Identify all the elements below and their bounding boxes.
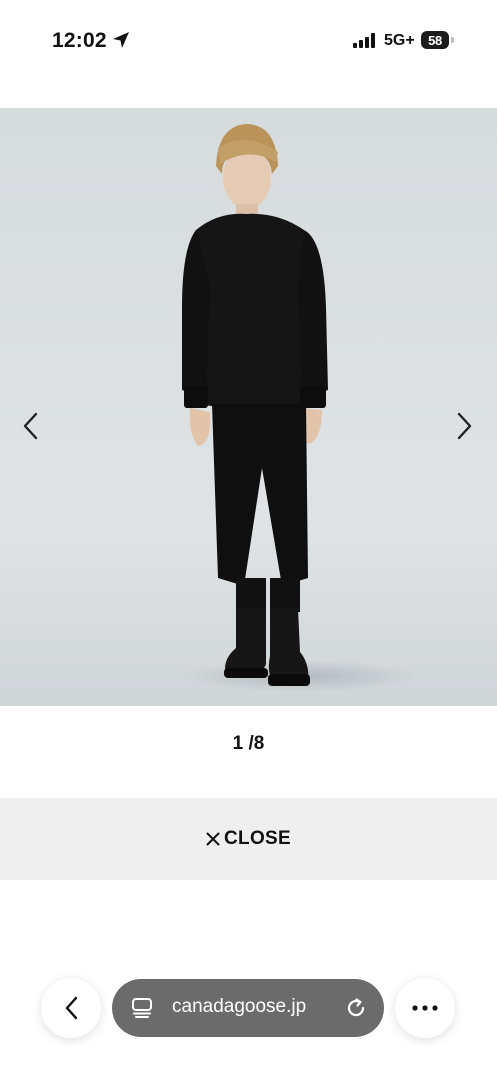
chevron-right-icon (457, 412, 472, 440)
url-text: canadagoose.jp (172, 996, 307, 1017)
reload-icon[interactable] (344, 996, 368, 1020)
signal-bars-icon (353, 33, 375, 48)
more-icon (412, 1005, 438, 1011)
battery-cap (451, 37, 454, 43)
gallery-next-button[interactable] (445, 406, 485, 446)
tabs-icon (132, 998, 152, 1018)
browser-more-button[interactable] (395, 978, 455, 1038)
chevron-left-icon (65, 996, 78, 1020)
status-time: 12:02 (52, 29, 107, 52)
status-bar: 12:02 5G+ 58 (0, 0, 497, 82)
product-photo (0, 108, 497, 706)
browser-toolbar: canadagoose.jp (0, 960, 497, 1060)
gallery-prev-button[interactable] (10, 406, 50, 446)
product-image-gallery[interactable] (0, 108, 497, 706)
close-label: CLOSE (224, 828, 291, 849)
browser-back-button[interactable] (41, 978, 101, 1038)
location-arrow-icon (113, 32, 129, 48)
battery-icon: 58 (421, 31, 455, 49)
close-icon (206, 832, 220, 846)
close-button[interactable]: CLOSE (0, 798, 497, 880)
network-label: 5G+ (384, 32, 415, 49)
battery-level: 58 (421, 31, 449, 49)
chevron-left-icon (23, 412, 38, 440)
image-pager: 1 /8 (232, 733, 265, 754)
address-bar[interactable]: canadagoose.jp (112, 979, 384, 1037)
